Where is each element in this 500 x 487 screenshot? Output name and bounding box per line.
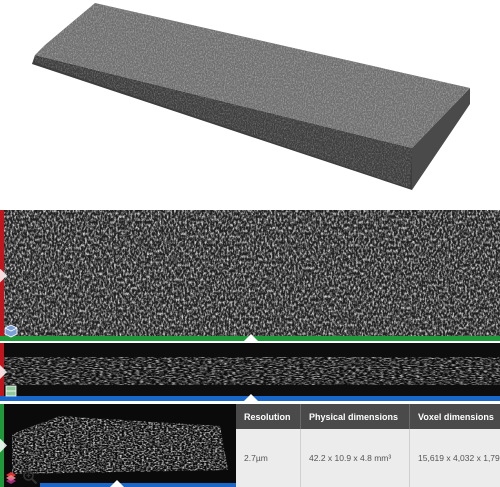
column-header-voxel-dimensions: Voxel dimensions — [409, 404, 500, 429]
volume-3d-render[interactable] — [0, 0, 500, 205]
table-row: 2.7µm 42.2 x 10.9 x 4.8 mm³ 15,619 x 4,0… — [236, 429, 500, 487]
physical-dimensions-value: 42.2 x 10.9 x 4.8 mm³ — [300, 429, 410, 487]
magnifier-plus-icon[interactable] — [21, 468, 39, 486]
column-header-resolution: Resolution — [236, 404, 301, 429]
xz-slice-image — [0, 343, 500, 401]
dataset-info-table: Resolution Physical dimensions Voxel dim… — [236, 404, 500, 487]
xy-slice-panel[interactable] — [0, 210, 500, 341]
cube-icon[interactable] — [3, 323, 19, 339]
resolution-value: 2.7µm — [236, 429, 301, 487]
column-header-physical-dimensions: Physical dimensions — [300, 404, 410, 429]
yz-panel-blue-edge — [40, 483, 236, 487]
xz-slice-panel[interactable] — [0, 343, 500, 401]
table-header-row: Resolution Physical dimensions Voxel dim… — [236, 404, 500, 429]
slice-icon[interactable] — [3, 383, 19, 399]
xy-slice-image — [0, 210, 500, 341]
layers-icon[interactable] — [2, 468, 20, 486]
voxel-dimensions-value: 15,619 x 4,032 x 1,796 — [409, 429, 500, 487]
